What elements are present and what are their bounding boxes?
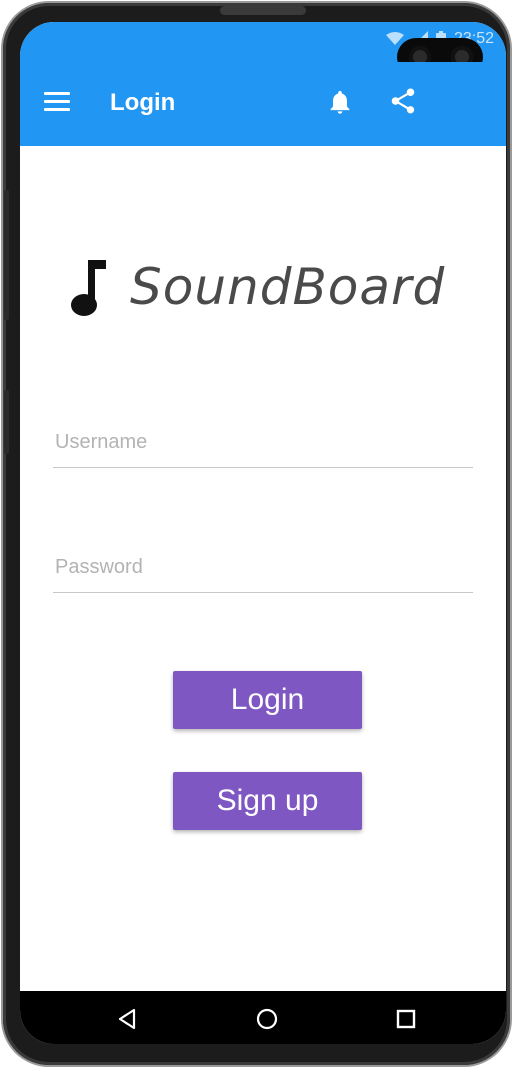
home-icon[interactable] [253,1005,281,1033]
music-note-icon [71,260,106,316]
password-input[interactable] [53,543,473,593]
share-icon[interactable] [388,86,418,116]
top-speaker [220,6,306,15]
logo-text: SoundBoard [130,258,446,316]
side-button-volume [4,190,9,320]
app-bar: Login [20,62,506,146]
menu-icon[interactable] [44,92,70,112]
bell-icon[interactable] [326,88,354,116]
navigation-bar [20,991,506,1044]
app-logo: SoundBoard [70,256,445,318]
screen: 23:52 Login SoundBoard Username Login Si… [20,22,506,1044]
side-button-power [4,390,9,454]
page-title: Login [110,89,176,116]
login-button[interactable]: Login [173,671,362,729]
username-input[interactable] [53,418,473,468]
back-icon[interactable] [114,1005,142,1033]
recents-icon[interactable] [392,1005,420,1033]
phone-device: 23:52 Login SoundBoard Username Login Si… [0,0,514,1071]
signup-button[interactable]: Sign up [173,772,362,830]
